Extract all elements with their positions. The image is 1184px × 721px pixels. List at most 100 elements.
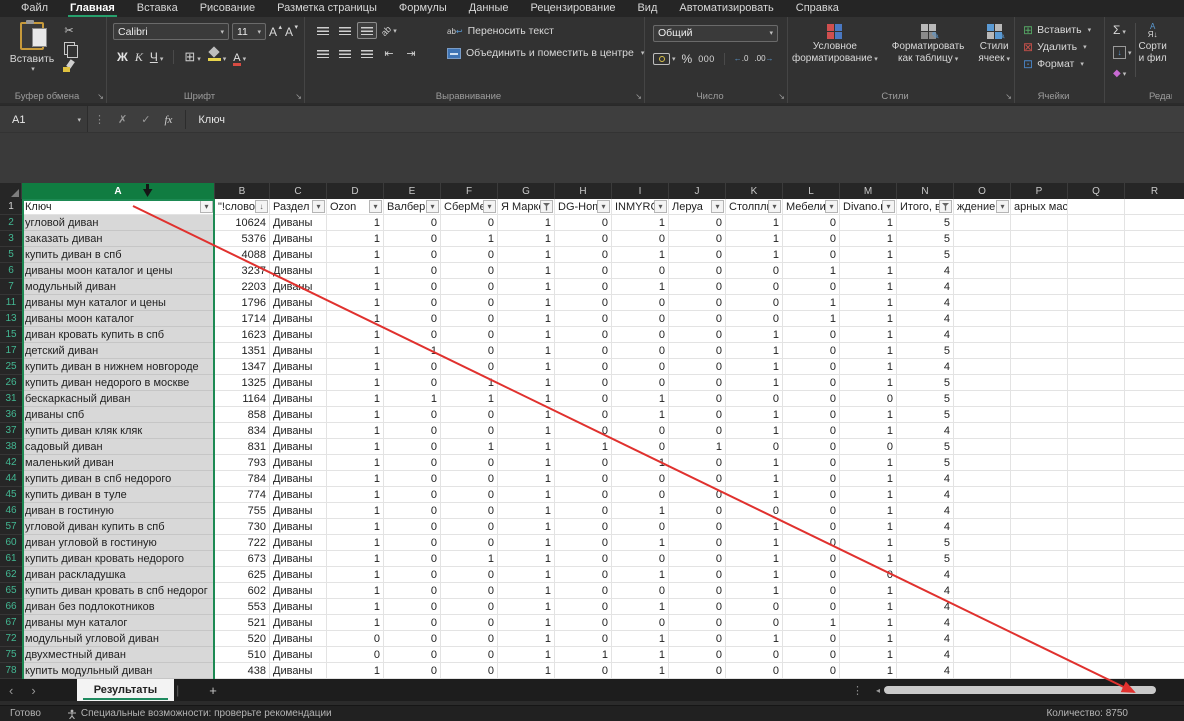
styles-dialog-launcher[interactable]: ↘ [1005, 93, 1012, 101]
filter-dropdown-icon[interactable]: ▾ [768, 200, 781, 213]
menu-tab-Файл[interactable]: Файл [10, 0, 59, 17]
cell-F5[interactable]: 0 [441, 247, 498, 263]
cell-G67[interactable]: 1 [498, 615, 555, 631]
cell-M67[interactable]: 1 [840, 615, 897, 631]
cell-M72[interactable]: 1 [840, 631, 897, 647]
cell-R61[interactable] [1125, 551, 1184, 567]
cell-K26[interactable]: 1 [726, 375, 783, 391]
cell-I38[interactable]: 0 [612, 439, 669, 455]
add-sheet-button[interactable]: + [201, 683, 225, 698]
cell-R15[interactable] [1125, 327, 1184, 343]
cell-F65[interactable]: 0 [441, 583, 498, 599]
align-right-button[interactable] [357, 45, 377, 62]
cell-F6[interactable]: 0 [441, 263, 498, 279]
name-box[interactable]: A1 ▾ [0, 106, 88, 133]
cell-P44[interactable] [1011, 471, 1068, 487]
alignment-dialog-launcher[interactable]: ↘ [635, 93, 642, 101]
cell-P61[interactable] [1011, 551, 1068, 567]
cell-N7[interactable]: 4 [897, 279, 954, 295]
cell-F38[interactable]: 1 [441, 439, 498, 455]
cell-F60[interactable]: 0 [441, 535, 498, 551]
cell-B67[interactable]: 521 [215, 615, 270, 631]
cell-N57[interactable]: 4 [897, 519, 954, 535]
cell-L15[interactable]: 0 [783, 327, 840, 343]
col-header-K[interactable]: K [726, 183, 783, 199]
cell-N11[interactable]: 4 [897, 295, 954, 311]
cell-P78[interactable] [1011, 663, 1068, 679]
cell-L25[interactable]: 0 [783, 359, 840, 375]
cell-O6[interactable] [954, 263, 1011, 279]
cell-Q46[interactable] [1068, 503, 1125, 519]
cell-H2[interactable]: 0 [555, 215, 612, 231]
cell-G36[interactable]: 1 [498, 407, 555, 423]
cell-R78[interactable] [1125, 663, 1184, 679]
menu-tab-Данные[interactable]: Данные [458, 0, 520, 17]
cell-G65[interactable]: 1 [498, 583, 555, 599]
row-header-38[interactable]: 38 [0, 439, 22, 455]
cell-R11[interactable] [1125, 295, 1184, 311]
cell-N2[interactable]: 5 [897, 215, 954, 231]
cell-N31[interactable]: 5 [897, 391, 954, 407]
cell-M60[interactable]: 1 [840, 535, 897, 551]
cell-H37[interactable]: 0 [555, 423, 612, 439]
cell-K5[interactable]: 1 [726, 247, 783, 263]
cell-N13[interactable]: 4 [897, 311, 954, 327]
cell-I60[interactable]: 1 [612, 535, 669, 551]
cell-C44[interactable]: Диваны [270, 471, 327, 487]
cell-B15[interactable]: 1623 [215, 327, 270, 343]
cell-C45[interactable]: Диваны [270, 487, 327, 503]
row-header-67[interactable]: 67 [0, 615, 22, 631]
cell-J45[interactable]: 0 [669, 487, 726, 503]
cell-B75[interactable]: 510 [215, 647, 270, 663]
cell-O57[interactable] [954, 519, 1011, 535]
cell-E26[interactable]: 0 [384, 375, 441, 391]
row-header-5[interactable]: 5 [0, 247, 22, 263]
header-cell-H[interactable]: DG-Hom ▾ [555, 199, 612, 215]
cell-Q42[interactable] [1068, 455, 1125, 471]
cell-O2[interactable] [954, 215, 1011, 231]
cell-Q60[interactable] [1068, 535, 1125, 551]
cell-A5[interactable]: купить диван в спб [22, 247, 215, 263]
row-header-65[interactable]: 65 [0, 583, 22, 599]
cell-F26[interactable]: 1 [441, 375, 498, 391]
cell-L13[interactable]: 1 [783, 311, 840, 327]
cell-N25[interactable]: 4 [897, 359, 954, 375]
cell-R44[interactable] [1125, 471, 1184, 487]
header-cell-Q[interactable] [1068, 199, 1125, 215]
cell-F75[interactable]: 0 [441, 647, 498, 663]
cell-Q2[interactable] [1068, 215, 1125, 231]
cell-F78[interactable]: 0 [441, 663, 498, 679]
cell-O5[interactable] [954, 247, 1011, 263]
cell-F2[interactable]: 0 [441, 215, 498, 231]
row-header-2[interactable]: 2 [0, 215, 22, 231]
header-cell-L[interactable]: Мебели ▾ [783, 199, 840, 215]
header-cell-F[interactable]: СберМе ▾ [441, 199, 498, 215]
cell-G25[interactable]: 1 [498, 359, 555, 375]
cell-L61[interactable]: 0 [783, 551, 840, 567]
row-header-11[interactable]: 11 [0, 295, 22, 311]
cell-K2[interactable]: 1 [726, 215, 783, 231]
cell-C37[interactable]: Диваны [270, 423, 327, 439]
cell-H15[interactable]: 0 [555, 327, 612, 343]
cell-J5[interactable]: 0 [669, 247, 726, 263]
cell-A62[interactable]: диван раскладушка [22, 567, 215, 583]
cell-Q37[interactable] [1068, 423, 1125, 439]
cell-M57[interactable]: 1 [840, 519, 897, 535]
cell-B36[interactable]: 858 [215, 407, 270, 423]
cell-K67[interactable]: 0 [726, 615, 783, 631]
col-header-R[interactable]: R [1125, 183, 1184, 199]
row-header-1[interactable]: 1 [0, 199, 22, 215]
cell-L44[interactable]: 0 [783, 471, 840, 487]
cell-C31[interactable]: Диваны [270, 391, 327, 407]
cell-C57[interactable]: Диваны [270, 519, 327, 535]
cell-Q6[interactable] [1068, 263, 1125, 279]
cell-B61[interactable]: 673 [215, 551, 270, 567]
cell-K15[interactable]: 1 [726, 327, 783, 343]
cell-Q17[interactable] [1068, 343, 1125, 359]
cell-O7[interactable] [954, 279, 1011, 295]
cell-F42[interactable]: 0 [441, 455, 498, 471]
cell-I15[interactable]: 0 [612, 327, 669, 343]
cell-R6[interactable] [1125, 263, 1184, 279]
cell-Q45[interactable] [1068, 487, 1125, 503]
cell-L45[interactable]: 0 [783, 487, 840, 503]
